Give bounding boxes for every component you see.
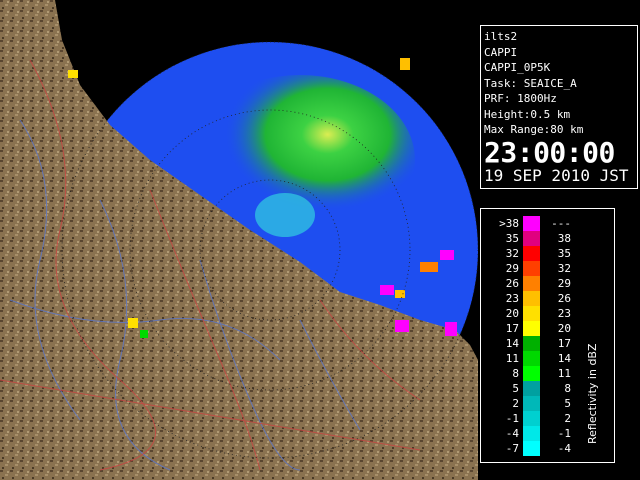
legend-title: Reflectivity in dBZ — [586, 343, 599, 444]
legend-row: 35 38 — [481, 231, 616, 246]
legend-high-value: 29 — [557, 277, 571, 290]
legend-swatch — [523, 246, 540, 261]
legend-swatch — [523, 336, 540, 351]
legend-low-value: -1 — [505, 412, 519, 425]
legend-low-value: 26 — [505, 277, 519, 290]
product-name: CAPPI — [484, 45, 518, 59]
legend-swatch — [523, 351, 540, 366]
legend-high-value: -1 — [557, 427, 571, 440]
legend-swatch — [523, 366, 540, 381]
legend-swatch — [523, 231, 540, 246]
legend-row: >38 --- — [481, 216, 616, 231]
legend-swatch — [523, 426, 540, 441]
legend-swatch — [523, 216, 540, 231]
legend-swatch — [523, 411, 540, 426]
legend-row: 23 26 — [481, 291, 616, 306]
legend-high-value: 2 — [564, 412, 571, 425]
legend-high-value: 32 — [557, 262, 571, 275]
legend-low-value: 11 — [505, 352, 519, 365]
legend-row: 17 20 — [481, 321, 616, 336]
product-code: CAPPI_0P5K — [484, 61, 551, 74]
legend-swatch — [523, 276, 540, 291]
info-panel: ilts2 CAPPI CAPPI_0P5K Task: SEAICE_A PR… — [480, 25, 638, 189]
legend-low-value: 2 — [512, 397, 519, 410]
legend-high-value: 26 — [557, 292, 571, 305]
legend-low-value: 35 — [505, 232, 519, 245]
legend-high-value: 17 — [557, 337, 571, 350]
legend-low-value: 29 — [505, 262, 519, 275]
legend-low-value: >38 — [499, 217, 519, 230]
legend-high-value: 20 — [557, 322, 571, 335]
legend-high-value: 8 — [564, 382, 571, 395]
height-label: Height:0.5 km — [484, 107, 571, 121]
legend-low-value: 20 — [505, 307, 519, 320]
legend-row: 32 35 — [481, 246, 616, 261]
legend-swatch — [523, 381, 540, 396]
clock-time: 23:00:00 — [484, 135, 615, 169]
legend-low-value: 8 — [512, 367, 519, 380]
task-label: Task: SEAICE_A — [484, 76, 577, 90]
legend-swatch — [523, 321, 540, 336]
legend-row: 20 23 — [481, 306, 616, 321]
legend-low-value: 5 — [512, 382, 519, 395]
prf-label: PRF: 1800Hz — [484, 92, 557, 105]
legend-high-value: 11 — [557, 367, 571, 380]
legend-low-value: 23 — [505, 292, 519, 305]
legend-high-value: 35 — [557, 247, 571, 260]
legend-low-value: 17 — [505, 322, 519, 335]
legend-low-value: -7 — [505, 442, 519, 455]
legend-swatch — [523, 441, 540, 456]
legend-low-value: 32 — [505, 247, 519, 260]
radar-map — [0, 0, 478, 480]
legend-row: 26 29 — [481, 276, 616, 291]
site-name: ilts2 — [484, 30, 518, 43]
legend-high-value: 23 — [557, 307, 571, 320]
legend-swatch — [523, 306, 540, 321]
legend-swatch — [523, 261, 540, 276]
legend-low-value: -4 — [505, 427, 519, 440]
legend-high-value: 14 — [557, 352, 571, 365]
echo-cyan — [255, 193, 315, 237]
legend-low-value: 14 — [505, 337, 519, 350]
legend-row: 29 32 — [481, 261, 616, 276]
legend-swatch — [523, 291, 540, 306]
legend-swatch — [523, 396, 540, 411]
legend-panel: >38 --- 35 38 32 35 29 32 26 29 23 26 20 23 17 20 14 17 11… — [480, 208, 615, 463]
legend-high-value: 38 — [557, 232, 571, 245]
clock-date: 19 SEP 2010 JST — [484, 165, 629, 185]
legend-high-value: --- — [551, 217, 571, 230]
legend-high-value: 5 — [564, 397, 571, 410]
legend-high-value: -4 — [557, 442, 571, 455]
